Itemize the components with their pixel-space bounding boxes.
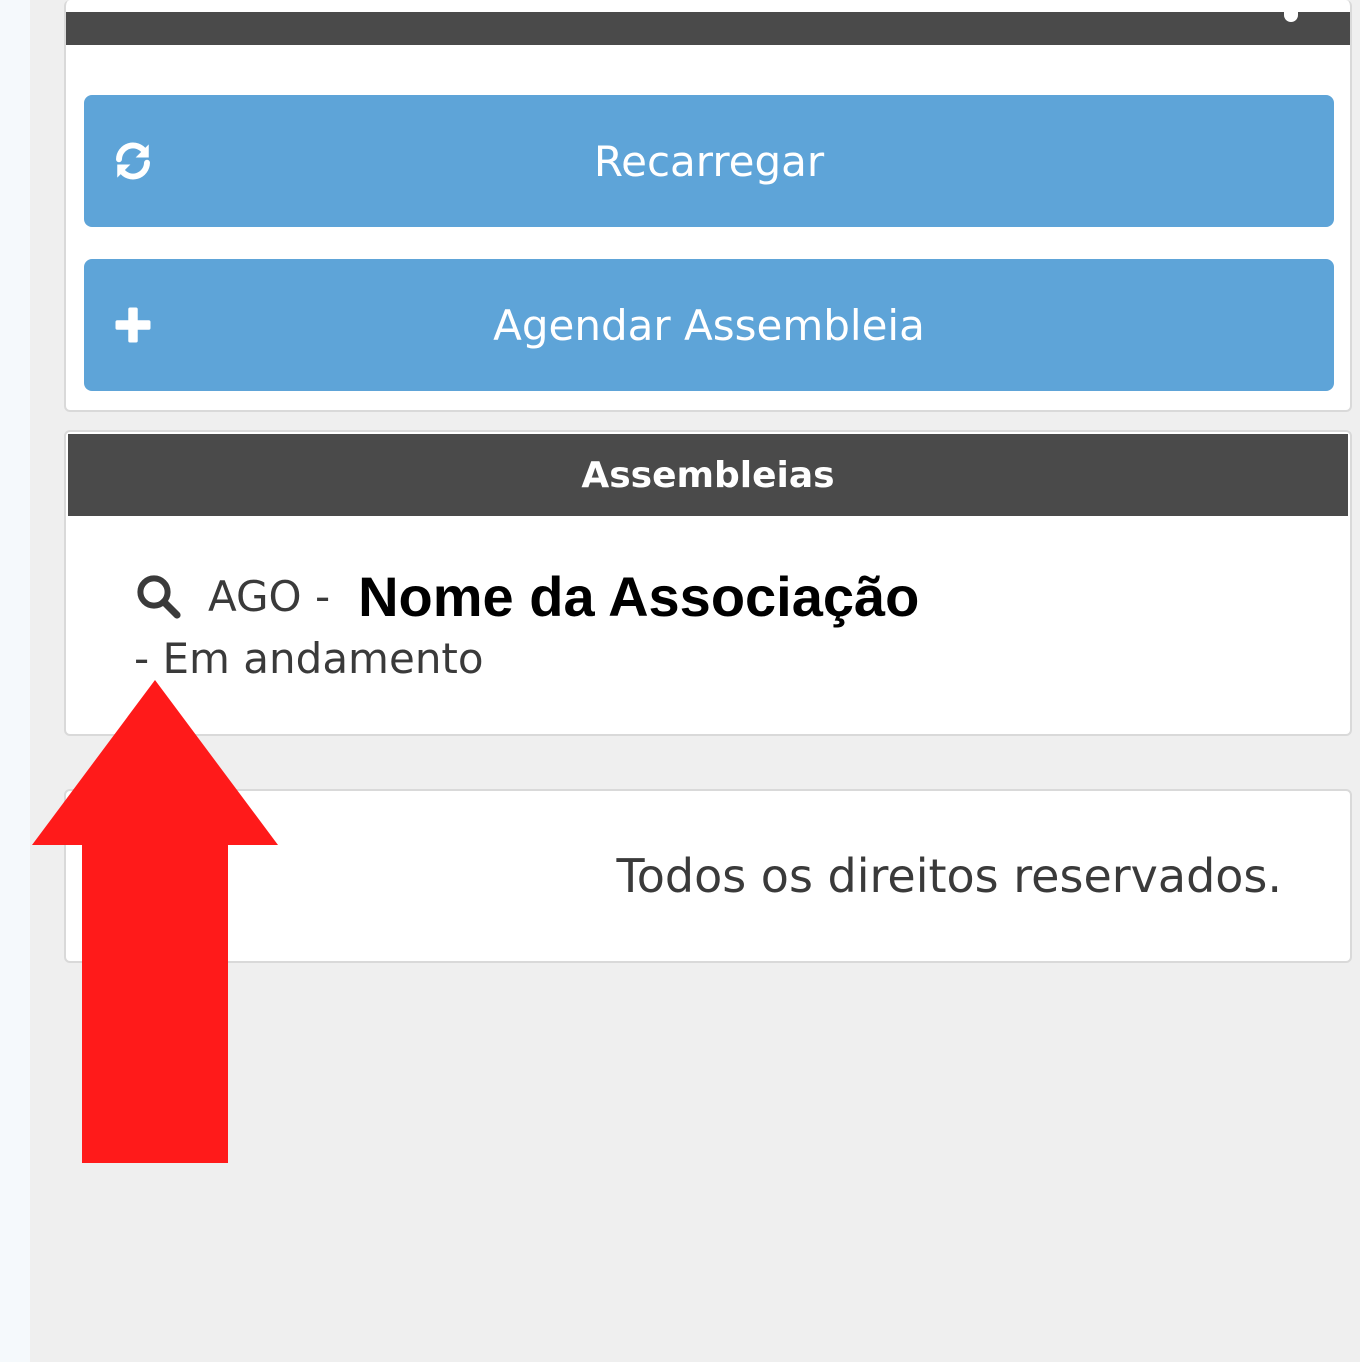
assembly-type: AGO - [208, 571, 331, 621]
association-name: Nome da Associação [358, 564, 920, 628]
plus-icon [115, 307, 151, 343]
refresh-icon [116, 142, 150, 180]
red-arrow-annotation [32, 680, 278, 1163]
top-bar-handle[interactable] [1284, 12, 1298, 22]
schedule-assembly-label: Agendar Assembleia [493, 300, 925, 350]
footer-rights: Todos os direitos reservados. [616, 849, 1282, 903]
top-bar [66, 12, 1350, 45]
actions-panel: Recarregar Agendar Assembleia [64, 0, 1352, 412]
assemblies-header: Assembleias [68, 434, 1348, 516]
assembly-list-item[interactable]: AGO - Nome da Associação - Em andamento [134, 564, 1284, 684]
reload-button-label: Recarregar [593, 136, 825, 186]
reload-button[interactable]: Recarregar [84, 95, 1334, 227]
schedule-assembly-button[interactable]: Agendar Assembleia [84, 259, 1334, 391]
search-icon [137, 575, 181, 619]
assembly-status: - Em andamento [134, 634, 484, 683]
